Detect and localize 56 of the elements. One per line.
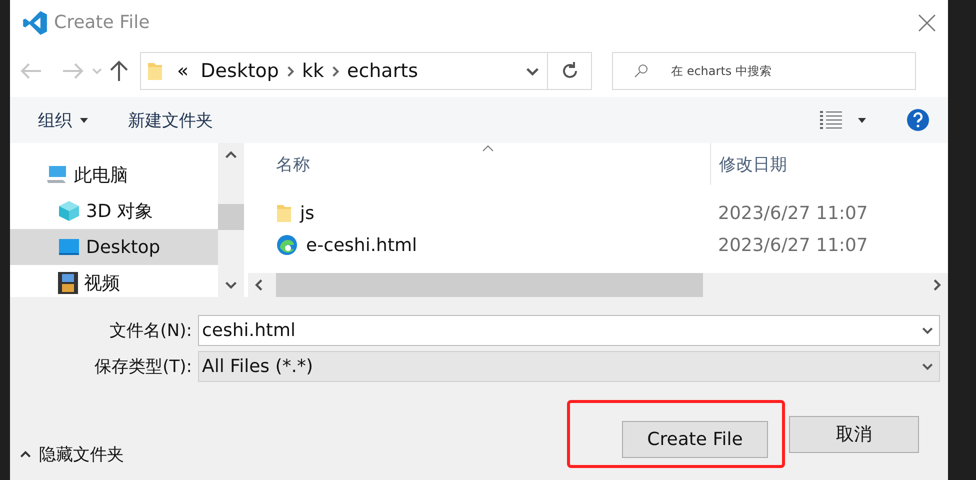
file-name-field[interactable]: ceshi.html [198, 315, 940, 346]
chevron-icon [92, 66, 102, 76]
chevron-icon [225, 149, 237, 161]
horizontal-scrollbar[interactable] [248, 273, 948, 297]
film-icon [58, 272, 78, 294]
sort-caret-icon [482, 145, 494, 152]
folder-icon [276, 203, 292, 223]
forward-button[interactable] [62, 63, 84, 79]
field-label: 文件名(N): [108, 320, 192, 342]
column-header[interactable]: 名称 [248, 143, 710, 185]
view-options-button[interactable] [820, 111, 866, 129]
sidebar-item[interactable]: 视频 [10, 265, 218, 297]
cube-icon [58, 200, 80, 222]
search-field[interactable]: 在 echarts 中搜索 [612, 52, 916, 90]
cancel-button[interactable]: 取消 [789, 416, 919, 452]
app-logo-icon [22, 10, 48, 36]
hide-folders-toggle[interactable]: 隐藏文件夹 [20, 442, 124, 466]
caret-icon [20, 448, 31, 460]
help-button[interactable] [906, 108, 930, 132]
file-name-cell[interactable]: e-ceshi.html [248, 234, 710, 256]
scrollbar-thumb[interactable] [218, 204, 244, 230]
caret-icon [922, 361, 933, 372]
address-bar[interactable]: « Desktop kk echarts [140, 52, 592, 90]
sidebar-item[interactable]: 3D 对象 [10, 193, 218, 229]
date-cell-text: 2023/6/27 11:07 [717, 234, 869, 256]
back-button[interactable] [20, 63, 42, 79]
create-file-button[interactable]: Create File [622, 421, 768, 458]
chevron-icon [225, 279, 237, 291]
dropdown-caret-icon [858, 118, 866, 122]
file-name-cell[interactable]: js [248, 202, 710, 224]
file-type-dropdown[interactable]: All Files (*.*) [198, 351, 940, 382]
chevron-icon [931, 279, 943, 291]
up-button[interactable] [110, 60, 128, 82]
sidebar-item[interactable]: Desktop [10, 229, 218, 265]
field-label: 保存类型(T): [94, 356, 192, 378]
toolbar-menu-button[interactable]: 新建文件夹 [128, 108, 213, 132]
vertical-scrollbar[interactable] [218, 143, 244, 297]
breadcrumb-item[interactable]: kk [296, 60, 330, 82]
desktop-icon [58, 238, 80, 256]
toolbar-menu-button[interactable]: 组织 [38, 108, 88, 132]
close-button[interactable] [918, 14, 936, 32]
browser-icon [276, 234, 298, 256]
chevron-icon [253, 279, 265, 291]
column-header[interactable]: 修改日期 [710, 143, 948, 185]
folder-icon [147, 61, 163, 81]
date-cell-text: 2023/6/27 11:07 [717, 202, 869, 224]
caret-icon [922, 325, 933, 336]
search-icon [634, 64, 648, 78]
breadcrumb-item[interactable]: Desktop [194, 60, 285, 82]
breadcrumb-item[interactable]: echarts [341, 60, 424, 82]
address-overflow[interactable]: « [171, 60, 195, 82]
scrollbar-thumb[interactable] [276, 273, 703, 297]
window-title: Create File [54, 12, 151, 33]
computer-icon [46, 165, 68, 185]
sidebar-item[interactable]: 此电脑 [10, 157, 218, 193]
recent-locations-button[interactable] [92, 66, 102, 76]
